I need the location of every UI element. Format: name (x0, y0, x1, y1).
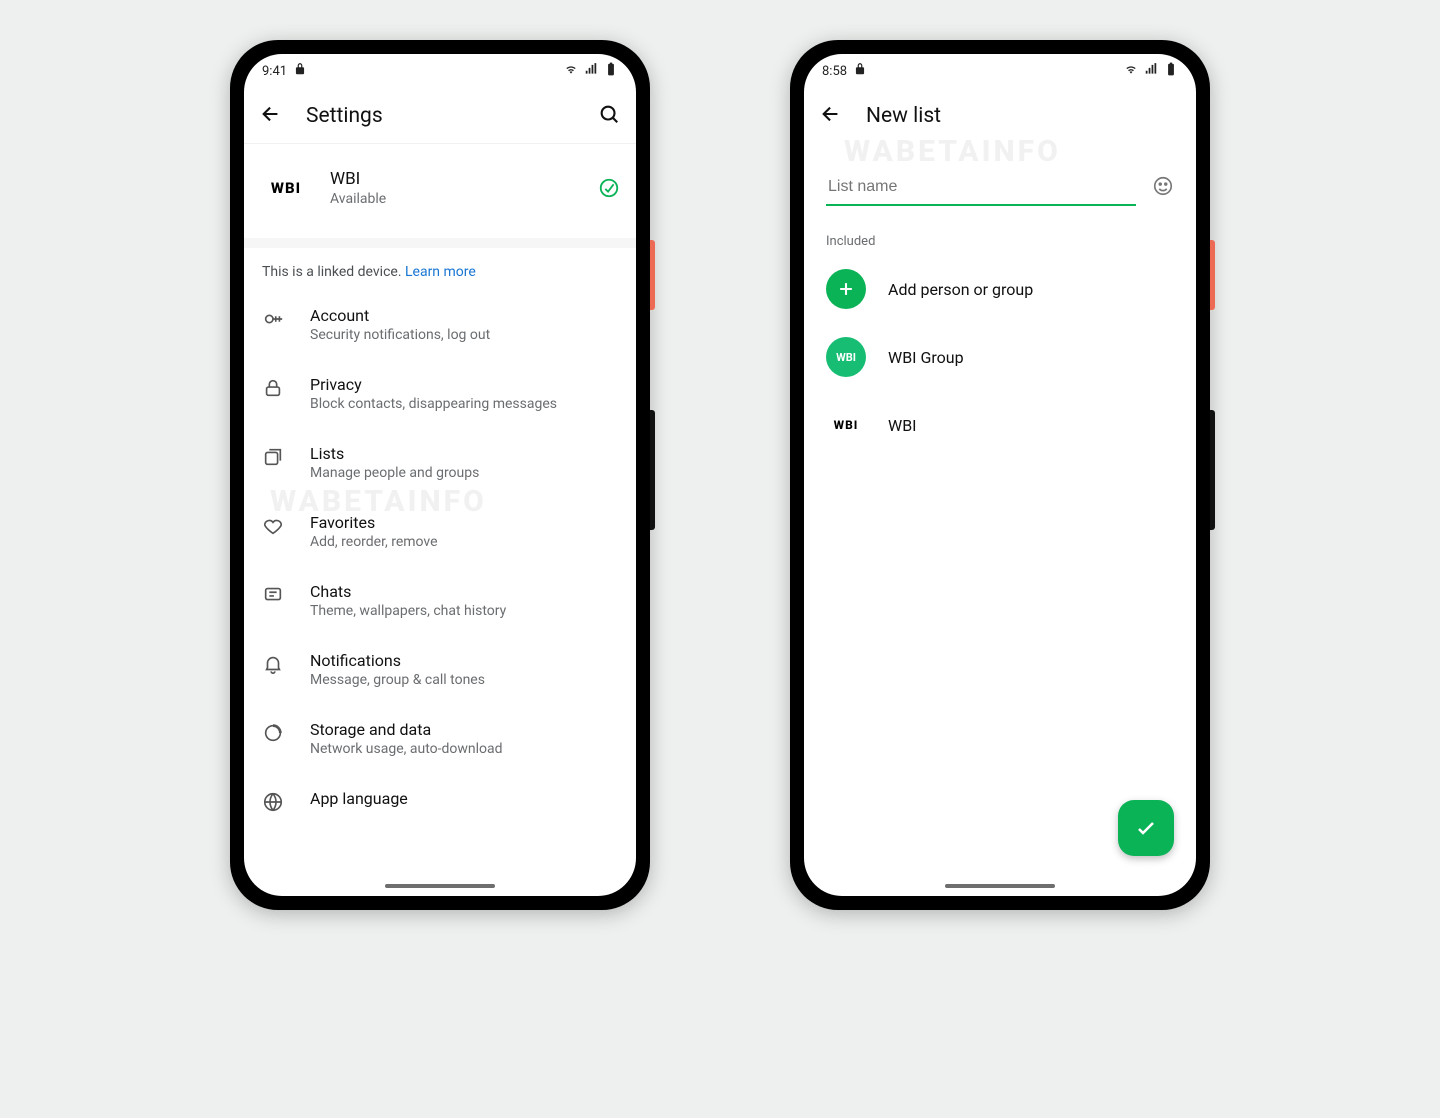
list-name-input[interactable] (826, 170, 1136, 206)
back-button[interactable] (260, 103, 282, 129)
setting-subtitle: Theme, wallpapers, chat history (310, 603, 506, 619)
search-button[interactable] (598, 103, 620, 129)
setting-lists[interactable]: Lists Manage people and groups (244, 428, 636, 497)
profile-row[interactable]: WBI WBI Available (244, 144, 636, 248)
lists-icon (262, 446, 284, 468)
setting-notifications[interactable]: Notifications Message, group & call tones (244, 635, 636, 704)
setting-title: Privacy (310, 375, 557, 394)
data-icon (262, 722, 284, 744)
battery-icon (604, 62, 618, 80)
status-time: 8:58 (822, 64, 847, 79)
status-check-icon (598, 177, 620, 199)
setting-title: Notifications (310, 651, 485, 670)
confirm-fab[interactable] (1118, 800, 1174, 856)
profile-status: Available (330, 191, 580, 207)
add-person-row[interactable]: Add person or group (826, 255, 1174, 323)
group-avatar: WBI (826, 337, 866, 377)
globe-icon (262, 791, 284, 813)
volume-button (650, 410, 655, 530)
phone-frame-left: 9:41 Settings WBI WBI Available This is … (230, 40, 650, 910)
wifi-icon (1124, 62, 1138, 80)
new-list-content: Included Add person or group WBI WBI Gro… (804, 144, 1196, 896)
setting-subtitle: Block contacts, disappearing messages (310, 396, 557, 412)
setting-title: Chats (310, 582, 506, 601)
nav-handle[interactable] (945, 884, 1055, 888)
app-bar: Settings (244, 88, 636, 144)
setting-chats[interactable]: Chats Theme, wallpapers, chat history (244, 566, 636, 635)
plus-icon (826, 269, 866, 309)
setting-language[interactable]: App language (244, 773, 636, 829)
status-time: 9:41 (262, 64, 287, 79)
included-label: Included (826, 234, 1174, 249)
setting-title: Lists (310, 444, 479, 463)
setting-subtitle: Network usage, auto-download (310, 741, 503, 757)
emoji-button[interactable] (1152, 175, 1174, 201)
profile-name: WBI (330, 169, 580, 189)
group-row[interactable]: WBI WBI Group (826, 323, 1174, 391)
lock-icon (853, 62, 867, 80)
bell-icon (262, 653, 284, 675)
setting-title: App language (310, 789, 408, 808)
setting-privacy[interactable]: Privacy Block contacts, disappearing mess… (244, 359, 636, 428)
setting-account[interactable]: Account Security notifications, log out (244, 290, 636, 359)
settings-list: Account Security notifications, log out P… (244, 290, 636, 896)
setting-title: Favorites (310, 513, 438, 532)
app-bar: New list (804, 88, 1196, 144)
nav-handle[interactable] (385, 884, 495, 888)
contact-avatar: WBI (826, 405, 866, 445)
lock-icon (293, 62, 307, 80)
phone-frame-right: 8:58 New list WABETAINFO Included Add p (790, 40, 1210, 910)
screen-settings: 9:41 Settings WBI WBI Available This is … (244, 54, 636, 896)
setting-title: Storage and data (310, 720, 503, 739)
volume-button (1210, 410, 1215, 530)
signal-icon (584, 62, 598, 80)
contact-label: WBI (888, 416, 917, 435)
signal-icon (1144, 62, 1158, 80)
setting-title: Account (310, 306, 490, 325)
wifi-icon (564, 62, 578, 80)
group-label: WBI Group (888, 348, 964, 367)
add-person-label: Add person or group (888, 280, 1033, 299)
setting-subtitle: Message, group & call tones (310, 672, 485, 688)
learn-more-link[interactable]: Learn more (405, 264, 476, 280)
back-button[interactable] (820, 103, 842, 129)
heart-icon (262, 515, 284, 537)
battery-icon (1164, 62, 1178, 80)
status-bar: 8:58 (804, 54, 1196, 88)
setting-subtitle: Security notifications, log out (310, 327, 490, 343)
lock-icon (262, 377, 284, 399)
setting-subtitle: Add, reorder, remove (310, 534, 438, 550)
contact-row[interactable]: WBI WBI (826, 391, 1174, 459)
page-title: New list (866, 104, 1180, 128)
chat-icon (262, 584, 284, 606)
key-icon (262, 308, 284, 330)
setting-storage[interactable]: Storage and data Network usage, auto-down… (244, 704, 636, 773)
linked-device-note: This is a linked device. Learn more (244, 248, 636, 290)
status-bar: 9:41 (244, 54, 636, 88)
setting-subtitle: Manage people and groups (310, 465, 479, 481)
power-button (650, 240, 655, 310)
setting-favorites[interactable]: Favorites Add, reorder, remove (244, 497, 636, 566)
linked-note-text: This is a linked device. (262, 264, 405, 280)
profile-avatar: WBI (260, 162, 312, 214)
screen-new-list: 8:58 New list WABETAINFO Included Add p (804, 54, 1196, 896)
power-button (1210, 240, 1215, 310)
page-title: Settings (306, 104, 574, 128)
